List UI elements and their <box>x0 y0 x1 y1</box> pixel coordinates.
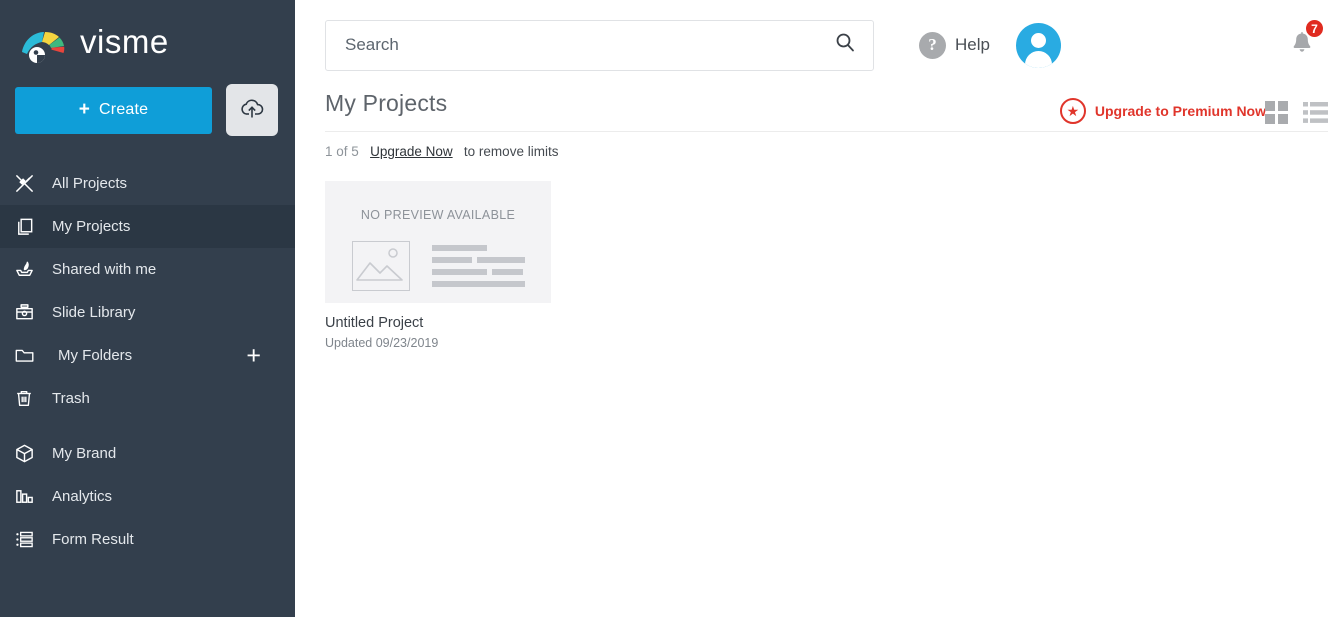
brand-logo-area[interactable]: visme <box>0 0 295 76</box>
sidebar-item-my-brand[interactable]: My Brand <box>0 432 295 475</box>
sidebar-item-form-result[interactable]: Form Result <box>0 518 295 561</box>
bell-icon <box>1288 32 1316 61</box>
view-toggle-group <box>1264 100 1328 130</box>
search-bar <box>325 19 874 71</box>
sidebar-item-label: Shared with me <box>52 261 157 278</box>
preview-placeholder-graphic <box>351 241 525 291</box>
sidebar-item-slide-library[interactable]: Slide Library <box>0 291 295 334</box>
star-icon: ★ <box>1059 98 1086 124</box>
main-content: ? Help 7 <box>295 0 1342 617</box>
placeholder-line-row <box>431 245 525 251</box>
placeholder-line-row <box>431 257 525 263</box>
sidebar-item-label: Analytics <box>52 488 113 505</box>
placeholder-line <box>431 281 525 287</box>
project-count: 1 of 5 <box>325 144 359 159</box>
text-placeholder-lines <box>431 241 525 287</box>
sidebar-item-all-projects[interactable]: All Projects <box>0 162 295 205</box>
placeholder-line <box>431 245 487 251</box>
create-button[interactable]: + Create <box>15 86 212 134</box>
sidebar-item-analytics[interactable]: Analytics <box>0 475 295 518</box>
project-preview[interactable]: NO PREVIEW AVAILABLE <box>325 181 551 303</box>
upgrade-to-premium-label: Upgrade to Premium Now <box>1094 103 1266 119</box>
notification-count-badge: 7 <box>1304 18 1325 39</box>
search-input[interactable] <box>325 19 874 71</box>
create-button-label: Create <box>99 101 149 118</box>
project-limits-notice: 1 of 5 Upgrade Now to remove limits <box>295 132 1342 159</box>
visme-chameleon-logo-icon <box>18 24 74 66</box>
cloud-upload-icon <box>239 98 265 123</box>
plus-icon: + <box>78 98 91 120</box>
no-preview-label: NO PREVIEW AVAILABLE <box>360 208 516 222</box>
sidebar-item-shared-with-me[interactable]: Shared with me <box>0 248 295 291</box>
sidebar-item-trash[interactable]: Trash <box>0 377 295 420</box>
project-updated-date: Updated 09/23/2019 <box>325 336 439 350</box>
sidebar-item-label: My Projects <box>52 218 131 235</box>
projects-grid: NO PREVIEW AVAILABLE Untitled Project Up… <box>295 159 1342 350</box>
svg-text:visme: visme <box>80 24 169 60</box>
image-placeholder-icon <box>351 241 410 291</box>
slide-library-icon <box>14 302 48 323</box>
placeholder-line-row <box>431 269 525 275</box>
search-icon[interactable] <box>834 32 856 59</box>
add-folder-button[interactable]: + <box>246 343 261 368</box>
sidebar-item-label: My Brand <box>52 445 117 462</box>
sidebar-divider-gap <box>0 420 295 432</box>
brand-wordmark: visme <box>80 23 240 67</box>
trash-icon <box>14 388 48 409</box>
question-mark-icon: ? <box>919 31 946 59</box>
help-label: Help <box>955 35 990 54</box>
placeholder-line <box>431 257 472 263</box>
app-root: visme + Create All Projects My Projects … <box>0 0 1342 617</box>
project-title: Untitled Project <box>325 315 424 331</box>
sidebar-item-my-folders[interactable]: My Folders + <box>0 334 295 377</box>
limits-suffix: to remove limits <box>463 144 559 159</box>
grid-view-icon[interactable] <box>1264 100 1289 130</box>
sidebar-item-my-projects[interactable]: My Projects <box>0 205 295 248</box>
sidebar-item-label: All Projects <box>52 175 128 192</box>
sidebar-item-label: Form Result <box>52 531 134 548</box>
placeholder-line-row <box>431 281 525 287</box>
list-view-icon[interactable] <box>1303 100 1328 130</box>
bar-chart-icon <box>14 486 48 507</box>
all-projects-icon <box>14 173 48 194</box>
upload-button[interactable] <box>226 84 278 136</box>
form-result-icon <box>14 529 48 550</box>
my-projects-icon <box>14 216 48 237</box>
placeholder-line <box>476 257 525 263</box>
upgrade-now-link[interactable]: Upgrade Now <box>370 144 453 159</box>
sidebar-item-label: My Folders <box>58 347 133 364</box>
placeholder-line <box>491 269 523 275</box>
sidebar: visme + Create All Projects My Projects … <box>0 0 295 617</box>
placeholder-line <box>431 269 487 275</box>
project-card[interactable]: NO PREVIEW AVAILABLE Untitled Project Up… <box>325 181 551 350</box>
avatar[interactable] <box>1015 22 1061 68</box>
notifications-button[interactable]: 7 <box>1288 18 1325 62</box>
avatar-head <box>1030 32 1046 48</box>
page-header: My Projects ★ Upgrade to Premium Now <box>295 90 1342 124</box>
avatar-body <box>1024 50 1052 68</box>
sidebar-item-label: Trash <box>52 390 90 407</box>
sidebar-actions: + Create <box>0 84 295 136</box>
folder-icon <box>14 345 48 366</box>
help-button[interactable]: ? Help <box>919 31 990 59</box>
upgrade-to-premium-button[interactable]: ★ Upgrade to Premium Now <box>1059 98 1266 124</box>
sidebar-nav: All Projects My Projects Shared with me … <box>0 162 295 561</box>
shared-with-me-icon <box>14 259 48 280</box>
sidebar-item-label: Slide Library <box>52 304 136 321</box>
cube-icon <box>14 443 48 464</box>
topbar: ? Help 7 <box>295 0 1342 90</box>
